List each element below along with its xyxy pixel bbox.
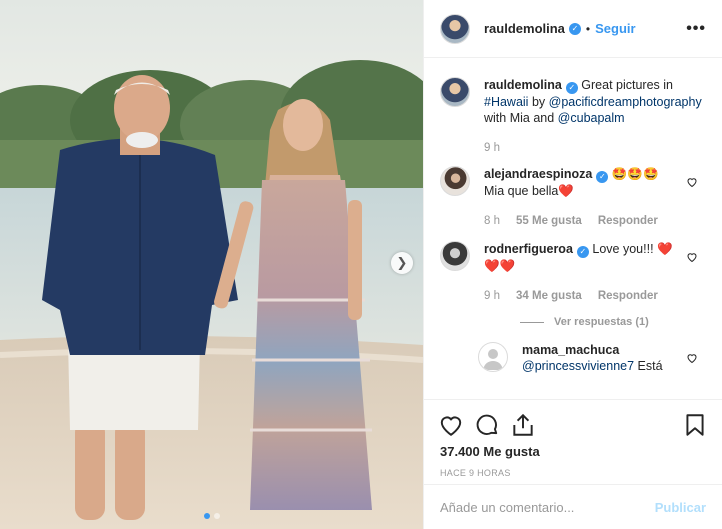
caption-body: rauldemolina ✓ Great pictures in #Hawaii … xyxy=(484,77,706,156)
share-arrow-icon[interactable] xyxy=(510,412,536,438)
separator-dot: • xyxy=(585,21,591,36)
post-actions: 37.400 Me gusta HACE 9 HORAS Publicar xyxy=(424,399,722,529)
add-comment-bar: Publicar xyxy=(424,484,722,529)
author-username[interactable]: rauldemolina xyxy=(484,21,565,36)
comments-list[interactable]: rauldemolina ✓ Great pictures in #Hawaii … xyxy=(424,59,722,399)
comment-text: Está xyxy=(637,359,663,373)
mention-link[interactable]: @cubapalm xyxy=(558,111,625,125)
follow-button[interactable]: Seguir xyxy=(595,21,635,36)
heart-outline-icon[interactable] xyxy=(438,412,464,438)
view-replies-label: Ver respuestas (1) xyxy=(554,316,649,328)
caption-meta: 9 h xyxy=(484,140,706,156)
comment-time[interactable]: 8 h xyxy=(484,213,500,229)
chevron-right-icon: ❯ xyxy=(396,255,408,270)
comment-like-heart-icon[interactable] xyxy=(686,251,698,263)
comment-username[interactable]: alejandraespinoza xyxy=(484,167,592,181)
comment-body: mama_machuca @princessvivienne7 Está xyxy=(522,342,706,374)
comment-text-line2: ❤️❤️ xyxy=(484,259,516,273)
mention-link[interactable]: @princessvivienne7 xyxy=(522,359,634,373)
verified-badge-icon: ✓ xyxy=(565,82,578,94)
comment-likes[interactable]: 34 Me gusta xyxy=(516,288,582,304)
bookmark-icon[interactable] xyxy=(682,412,708,438)
verified-badge-icon: ✓ xyxy=(576,246,589,258)
speech-bubble-icon[interactable] xyxy=(474,412,500,438)
verified-badge-icon: ✓ xyxy=(596,171,609,183)
caption-time[interactable]: 9 h xyxy=(484,140,500,156)
post-timestamp[interactable]: HACE 9 HORAS xyxy=(424,459,722,478)
likes-count[interactable]: 37.400 Me gusta xyxy=(424,442,722,459)
comment-item: alejandraespinoza ✓ 🤩🤩🤩 Mia que bella❤️ 8… xyxy=(440,166,706,229)
comment-time[interactable]: 9 h xyxy=(484,288,500,304)
caption-author-avatar[interactable] xyxy=(440,77,470,107)
default-avatar-icon xyxy=(483,349,503,370)
reply-button[interactable]: Responder xyxy=(598,213,658,229)
reply-item: mama_machuca @princessvivienne7 Está xyxy=(478,342,706,374)
comment-text-line2: Mia que bella❤️ xyxy=(484,184,574,198)
comment-likes[interactable]: 55 Me gusta xyxy=(516,213,582,229)
view-replies-button[interactable]: Ver respuestas (1) xyxy=(520,316,706,328)
carousel-indicator xyxy=(0,513,423,519)
comment-body: alejandraespinoza ✓ 🤩🤩🤩 Mia que bella❤️ 8… xyxy=(484,166,706,229)
comment-like-heart-icon[interactable] xyxy=(686,176,698,188)
comment-input[interactable] xyxy=(440,499,655,515)
comment-username[interactable]: rodnerfigueroa xyxy=(484,242,573,256)
post-photo[interactable]: ❯ xyxy=(0,0,423,529)
replies-line xyxy=(520,321,544,323)
verified-badge-icon: ✓ xyxy=(568,22,581,35)
post-side-panel: rauldemolina ✓ • Seguir ••• rauldemolina… xyxy=(423,0,722,529)
comment-text: 🤩🤩🤩 xyxy=(611,167,659,181)
caption-text: by xyxy=(531,95,546,109)
beach-photo-illustration xyxy=(0,0,423,529)
caption-username[interactable]: rauldemolina xyxy=(484,78,562,92)
comment-username[interactable]: mama_machuca xyxy=(522,343,619,357)
comment-text: Love you!!! ❤️ xyxy=(592,242,673,256)
carousel-dot xyxy=(213,513,220,519)
reply-button[interactable]: Responder xyxy=(598,288,658,304)
next-slide-button[interactable]: ❯ xyxy=(391,252,413,274)
mention-link[interactable]: @pacificdreamphotography xyxy=(549,95,702,109)
commenter-avatar[interactable] xyxy=(440,241,470,271)
comment-item: rodnerfigueroa ✓ Love you!!! ❤️ ❤️❤️ 9 h … xyxy=(440,241,706,304)
author-avatar[interactable] xyxy=(440,13,470,44)
comment-like-heart-icon[interactable] xyxy=(686,352,698,364)
publish-button[interactable]: Publicar xyxy=(655,500,706,515)
comment-meta: 9 h 34 Me gusta Responder xyxy=(484,288,706,304)
commenter-avatar[interactable] xyxy=(440,166,470,196)
post-header: rauldemolina ✓ • Seguir ••• xyxy=(424,0,722,58)
hashtag-link[interactable]: #Hawaii xyxy=(484,95,528,109)
caption-text: with Mia and xyxy=(484,111,555,125)
caption: rauldemolina ✓ Great pictures in #Hawaii … xyxy=(440,77,706,156)
ellipsis-icon[interactable]: ••• xyxy=(686,20,706,38)
action-icons xyxy=(424,400,722,442)
commenter-avatar[interactable] xyxy=(478,342,508,372)
carousel-dot-active xyxy=(203,513,210,519)
comment-body: rodnerfigueroa ✓ Love you!!! ❤️ ❤️❤️ 9 h … xyxy=(484,241,706,304)
caption-text: Great pictures in xyxy=(581,78,673,92)
comment-meta: 8 h 55 Me gusta Responder xyxy=(484,213,706,229)
